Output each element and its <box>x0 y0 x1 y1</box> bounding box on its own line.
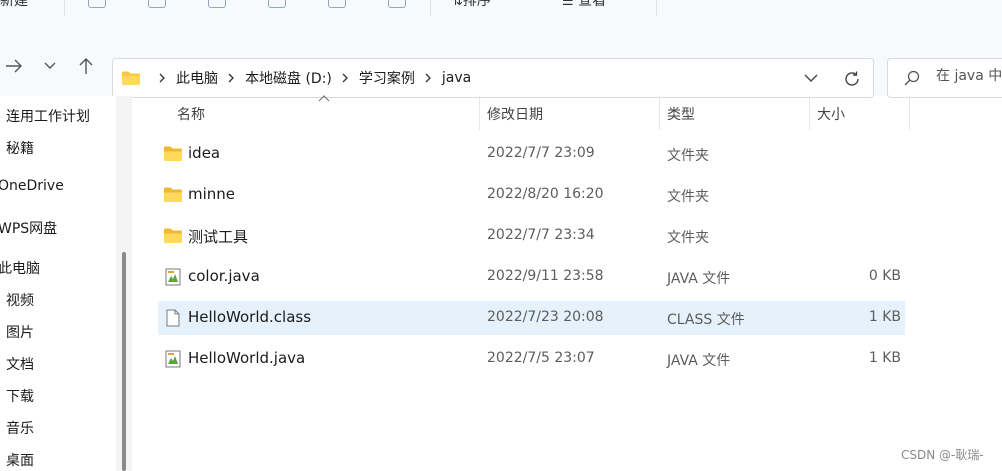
java-file-icon <box>165 268 181 286</box>
file-date: 2022/7/5 23:07 <box>487 350 595 366</box>
chevron-right-icon[interactable] <box>342 73 349 83</box>
view-label: 查看 <box>578 0 607 9</box>
sidebar-item-pictures[interactable]: 图片 <box>6 322 34 342</box>
sidebar-scrollbar-thumb[interactable] <box>122 252 126 471</box>
sidebar-item-this-pc[interactable]: 此电脑 <box>0 258 40 278</box>
watermark: CSDN @-耿瑞- <box>901 448 984 462</box>
arrow-right-icon <box>6 59 22 73</box>
paste-icon[interactable] <box>208 0 226 8</box>
breadcrumb: 此电脑 本地磁盘 (D:) 学习案例 java <box>121 59 471 97</box>
sort-ascending-icon <box>318 95 330 102</box>
file-date: 2022/9/11 23:58 <box>487 268 604 284</box>
ribbon-divider <box>64 0 65 16</box>
folder-icon <box>164 146 182 161</box>
file-size: 1 KB <box>868 350 901 366</box>
table-row-selected[interactable]: HelloWorld.class 2022/7/23 20:08 CLASS 文… <box>158 301 905 335</box>
file-type: 文件夹 <box>667 230 709 246</box>
ribbon-divider <box>430 0 431 16</box>
chevron-down-icon <box>804 74 818 82</box>
folder-icon <box>122 71 140 85</box>
sort-icon: ⇅ <box>452 0 463 9</box>
refresh-icon <box>845 71 859 86</box>
file-name: idea <box>188 144 221 162</box>
search-input[interactable] <box>936 68 1002 84</box>
file-date: 2022/7/23 20:08 <box>487 309 604 325</box>
table-row[interactable]: 测试工具 2022/7/7 23:34 文件夹 <box>158 219 905 253</box>
chevron-right-icon[interactable] <box>159 73 166 83</box>
column-type[interactable]: 类型 <box>667 104 695 124</box>
file-name: minne <box>188 185 236 203</box>
column-size[interactable]: 大小 <box>817 104 845 124</box>
sidebar-item-wps-cloud[interactable]: WPS网盘 <box>0 218 57 238</box>
cut-icon[interactable] <box>88 0 106 8</box>
column-divider[interactable] <box>479 96 480 130</box>
forward-button[interactable] <box>0 52 28 80</box>
sidebar-item-videos[interactable]: 视频 <box>6 290 34 310</box>
sidebar-item-onedrive[interactable]: OneDrive <box>0 178 64 194</box>
sidebar-item-downloads[interactable]: 下载 <box>6 386 34 406</box>
file-size: 0 KB <box>868 268 901 284</box>
navigation-pane: 连用工作计划 秘籍 OneDrive WPS网盘 此电脑 视频 图片 文档 下载… <box>0 96 132 471</box>
chevron-right-icon[interactable] <box>425 73 432 83</box>
table-row[interactable]: minne 2022/8/20 16:20 文件夹 <box>158 178 905 212</box>
sidebar-item-work-plan[interactable]: 连用工作计划 <box>6 106 90 126</box>
table-row[interactable]: idea 2022/7/7 23:09 文件夹 <box>158 137 905 171</box>
sidebar-item-secrets[interactable]: 秘籍 <box>6 138 34 158</box>
folder-icon <box>164 228 182 243</box>
search-box[interactable] <box>887 58 1002 98</box>
chevron-right-icon[interactable] <box>228 73 235 83</box>
view-icon: ☰ <box>562 0 574 9</box>
table-row[interactable]: HelloWorld.java 2022/7/5 23:07 JAVA 文件 1… <box>158 342 905 376</box>
navigation-bar: 此电脑 本地磁盘 (D:) 学习案例 java <box>0 16 1002 98</box>
new-button[interactable]: 新建 <box>0 0 28 10</box>
file-name: HelloWorld.class <box>188 308 312 326</box>
table-row[interactable]: color.java 2022/9/11 23:58 JAVA 文件 0 KB <box>158 260 905 294</box>
blank-file-icon <box>166 309 180 327</box>
up-button[interactable] <box>72 52 100 80</box>
folder-icon <box>164 187 182 202</box>
breadcrumb-study-cases[interactable]: 学习案例 <box>359 68 415 88</box>
ribbon-divider <box>656 0 657 16</box>
file-type: 文件夹 <box>667 148 709 164</box>
address-bar[interactable]: 此电脑 本地磁盘 (D:) 学习案例 java <box>112 58 874 98</box>
copy-icon[interactable] <box>148 0 166 8</box>
file-type: CLASS 文件 <box>667 312 745 328</box>
file-name: color.java <box>188 267 260 285</box>
recent-locations-button[interactable] <box>36 52 64 80</box>
breadcrumb-this-pc[interactable]: 此电脑 <box>176 68 218 88</box>
search-icon <box>904 70 920 86</box>
command-bar: 新建 ⇅排序 ☰ 查看 <box>0 0 1002 17</box>
breadcrumb-local-disk[interactable]: 本地磁盘 (D:) <box>245 68 332 88</box>
sidebar-item-desktop[interactable]: 桌面 <box>6 450 34 470</box>
refresh-button[interactable] <box>841 68 863 90</box>
column-divider[interactable] <box>909 96 910 130</box>
column-date-modified[interactable]: 修改日期 <box>487 104 543 124</box>
rename-icon[interactable] <box>268 0 286 8</box>
column-name[interactable]: 名称 <box>177 104 205 124</box>
file-type: JAVA 文件 <box>667 353 731 369</box>
column-header-row: 名称 修改日期 类型 大小 <box>132 95 1002 130</box>
arrow-up-icon <box>79 58 93 74</box>
address-history-button[interactable] <box>801 68 821 88</box>
column-divider[interactable] <box>809 96 810 130</box>
file-name: 测试工具 <box>188 228 249 246</box>
java-file-icon <box>165 350 181 368</box>
chevron-down-icon <box>44 62 56 69</box>
file-date: 2022/7/7 23:34 <box>487 227 595 243</box>
sidebar-item-music[interactable]: 音乐 <box>6 418 34 438</box>
column-divider[interactable] <box>659 96 660 130</box>
breadcrumb-java[interactable]: java <box>442 70 471 86</box>
file-date: 2022/7/7 23:09 <box>487 145 595 161</box>
delete-icon[interactable] <box>388 0 406 8</box>
sidebar-item-documents[interactable]: 文档 <box>6 354 34 374</box>
sort-label: 排序 <box>462 0 491 9</box>
file-type: 文件夹 <box>667 189 709 205</box>
file-size: 1 KB <box>868 309 901 325</box>
file-name: HelloWorld.java <box>188 349 306 367</box>
share-icon[interactable] <box>328 0 346 8</box>
view-button[interactable]: ☰ 查看 <box>562 0 606 10</box>
file-type: JAVA 文件 <box>667 271 731 287</box>
file-date: 2022/8/20 16:20 <box>487 186 604 202</box>
sort-button[interactable]: ⇅排序 <box>452 0 491 10</box>
